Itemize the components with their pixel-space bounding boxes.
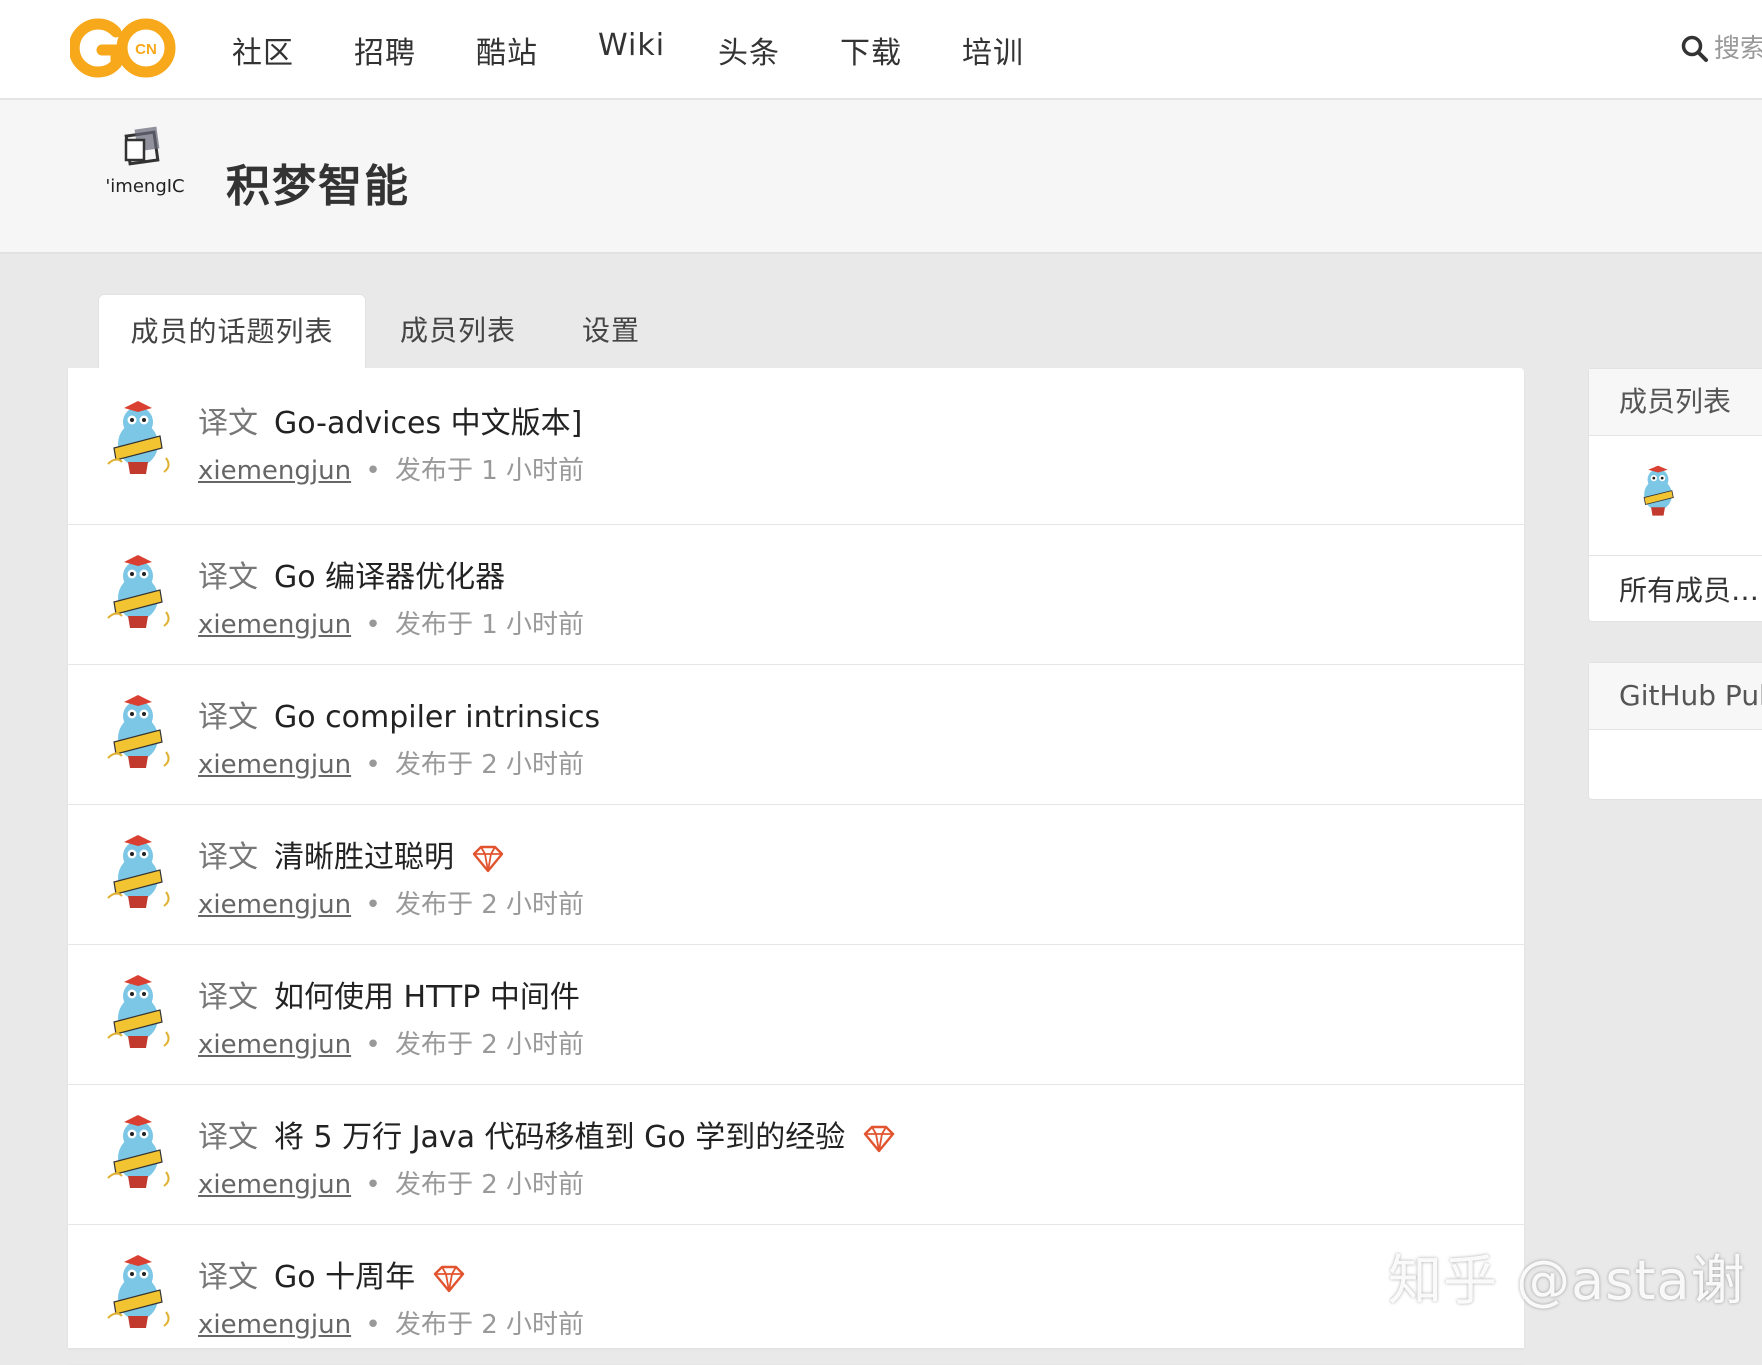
author-avatar[interactable] (102, 832, 174, 912)
search-box (1680, 32, 1762, 68)
sidebar-members-title: 成员列表 (1589, 369, 1762, 436)
topic-title-link[interactable]: Go 十周年 (274, 1260, 415, 1295)
topic-node-label[interactable]: 译文 (198, 980, 258, 1015)
topic-time: 发布于 1 小时前 (394, 456, 585, 486)
author-avatar[interactable] (102, 972, 174, 1052)
topic-title-line: 译文 Go 十周年 (198, 1252, 467, 1296)
nav-item-training[interactable]: 培训 (962, 28, 1024, 72)
topic-row: 译文 清晰胜过聪明 xiemengjun • 发布于 2 小时前 (68, 804, 1524, 945)
gem-icon (472, 845, 504, 872)
topic-title-link[interactable]: Go compiler intrinsics (274, 700, 600, 735)
author-avatar[interactable] (102, 552, 174, 632)
topic-author-link[interactable]: xiemengjun (198, 890, 351, 920)
meta-separator: • (357, 610, 389, 640)
tab-member-topics[interactable]: 成员的话题列表 (98, 294, 366, 369)
topic-row: 译文 Go-advices 中文版本] xiemengjun • 发布于 1 小时… (68, 368, 1524, 525)
topic-author-link[interactable]: xiemengjun (198, 456, 351, 486)
topic-title-link[interactable]: Go-advices 中文版本] (274, 406, 582, 441)
team-header: 'imengIC 积梦智能 (0, 100, 1762, 254)
go-cn-logo[interactable]: CN (70, 16, 176, 80)
tab-member-list[interactable]: 成员列表 (382, 294, 534, 368)
topic-author-link[interactable]: xiemengjun (198, 1030, 351, 1060)
meta-separator: • (357, 1310, 389, 1340)
logo-cn-text: CN (135, 41, 157, 58)
topic-meta: xiemengjun • 发布于 2 小时前 (198, 1304, 584, 1341)
author-avatar[interactable] (102, 1112, 174, 1192)
search-icon[interactable] (1680, 34, 1710, 64)
topic-title-line: 译文 如何使用 HTTP 中间件 (198, 972, 580, 1016)
all-members-link[interactable]: 所有成员… (1589, 555, 1762, 625)
topic-time: 发布于 2 小时前 (394, 1030, 585, 1060)
topic-node-label[interactable]: 译文 (198, 840, 258, 875)
gem-icon (864, 1125, 895, 1152)
topic-row: 译文 如何使用 HTTP 中间件 xiemengjun • 发布于 2 小时前 (68, 944, 1524, 1085)
topic-title-link[interactable]: Go 编译器优化器 (274, 560, 505, 595)
topic-meta: xiemengjun • 发布于 1 小时前 (198, 604, 584, 641)
search-input[interactable] (1714, 32, 1762, 66)
nav-item-downloads[interactable]: 下载 (840, 28, 902, 72)
topic-node-label[interactable]: 译文 (198, 560, 258, 595)
topic-row: 译文将 5 万行 Java 代码移植到 Go 学到的经验 xiemengjun … (68, 1084, 1524, 1225)
cube-logo-icon (124, 126, 160, 166)
topic-node-label[interactable]: 译文 (198, 700, 258, 735)
meta-separator: • (357, 1170, 389, 1200)
topic-node-label[interactable]: 译文 (198, 1120, 258, 1155)
topic-row: 译文 Go 十周年 xiemengjun • 发布于 2 小时前 (68, 1224, 1524, 1365)
topic-title-line: 译文将 5 万行 Java 代码移植到 Go 学到的经验 (198, 1112, 897, 1156)
topic-time: 发布于 1 小时前 (394, 610, 585, 640)
topic-node-label[interactable]: 译文 (198, 1260, 258, 1295)
topic-title-line: 译文 Go 编译器优化器 (198, 552, 505, 596)
topic-row: 译文 Go compiler intrinsics xiemengjun • 发布… (68, 664, 1524, 805)
topic-row: 译文 Go 编译器优化器 xiemengjun • 发布于 1 小时前 (68, 524, 1524, 665)
author-avatar[interactable] (102, 1252, 174, 1332)
sidebar-members-card: 成员列表 所有成员… (1588, 368, 1762, 622)
sidebar-github-title: GitHub Pub (1589, 663, 1762, 730)
nav-item-jobs[interactable]: 招聘 (354, 28, 416, 72)
topic-node-label[interactable]: 译文 (198, 406, 258, 441)
author-avatar[interactable] (102, 398, 174, 478)
team-logo: 'imengIC (104, 124, 186, 210)
meta-separator: • (357, 890, 389, 920)
top-navbar: CN 社区 招聘 酷站 Wiki 头条 下载 培训 (0, 0, 1762, 100)
member-avatar[interactable] (1633, 463, 1683, 521)
zhihu-watermark: 知乎 @asta谢 (1388, 1249, 1746, 1312)
topic-meta: xiemengjun • 发布于 2 小时前 (198, 1024, 584, 1061)
topic-meta: xiemengjun • 发布于 2 小时前 (198, 884, 584, 921)
meta-separator: • (357, 1030, 389, 1060)
nav-item-headlines[interactable]: 头条 (718, 28, 780, 72)
team-name: 积梦智能 (226, 161, 410, 212)
topic-title-line: 译文 Go-advices 中文版本] (198, 398, 582, 442)
team-logo-text: 'imengIC (105, 176, 185, 197)
meta-separator: • (357, 456, 389, 486)
topic-author-link[interactable]: xiemengjun (198, 1170, 351, 1200)
nav-item-cool-sites[interactable]: 酷站 (476, 28, 538, 72)
topic-time: 发布于 2 小时前 (394, 890, 585, 920)
topic-title-line: 译文 清晰胜过聪明 (198, 832, 506, 876)
nav-item-wiki[interactable]: Wiki (598, 28, 665, 63)
tab-settings[interactable]: 设置 (566, 294, 656, 368)
topic-time: 发布于 2 小时前 (394, 750, 585, 780)
topic-meta: xiemengjun • 发布于 1 小时前 (198, 450, 584, 487)
gem-icon (433, 1265, 465, 1292)
topic-title-link[interactable]: 将 5 万行 Java 代码移植到 Go 学到的经验 (274, 1120, 845, 1155)
topic-time: 发布于 2 小时前 (394, 1310, 585, 1340)
topic-title-link[interactable]: 清晰胜过聪明 (274, 840, 454, 875)
topic-author-link[interactable]: xiemengjun (198, 1310, 351, 1340)
meta-separator: • (357, 750, 389, 780)
topic-title-link[interactable]: 如何使用 HTTP 中间件 (274, 980, 580, 1015)
topic-author-link[interactable]: xiemengjun (198, 610, 351, 640)
topic-meta: xiemengjun • 发布于 2 小时前 (198, 744, 584, 781)
topic-meta: xiemengjun • 发布于 2 小时前 (198, 1164, 584, 1201)
topic-list: 译文 Go-advices 中文版本] xiemengjun • 发布于 1 小时… (68, 368, 1524, 1365)
topic-title-line: 译文 Go compiler intrinsics (198, 692, 600, 736)
nav-item-community[interactable]: 社区 (232, 28, 294, 72)
sidebar-github-card: GitHub Pub (1588, 662, 1762, 800)
author-avatar[interactable] (102, 692, 174, 772)
topic-time: 发布于 2 小时前 (394, 1170, 585, 1200)
topic-author-link[interactable]: xiemengjun (198, 750, 351, 780)
